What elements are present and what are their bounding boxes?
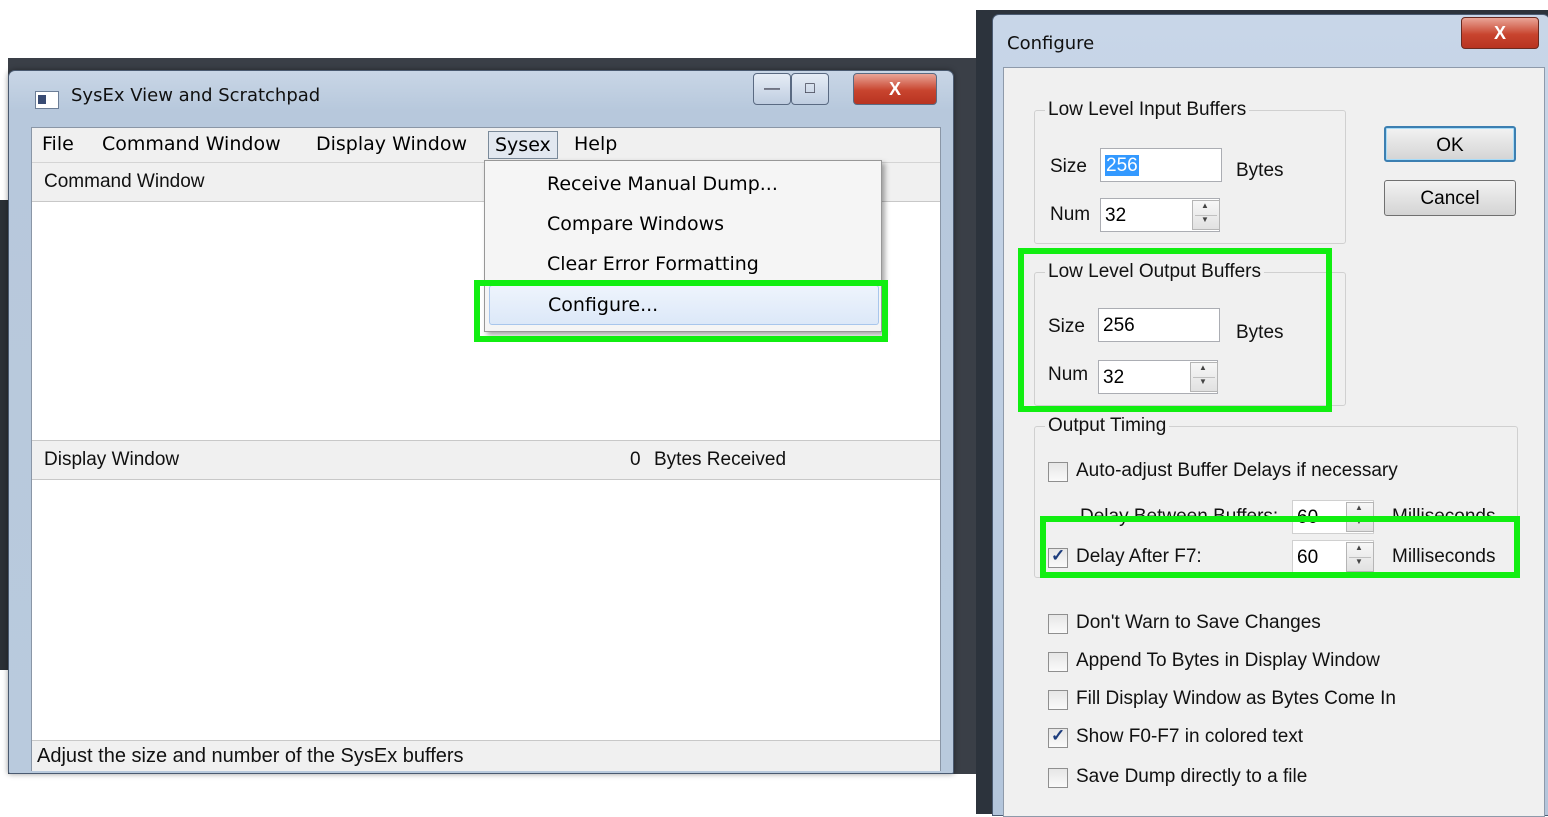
menu-command-window[interactable]: Command Window: [96, 131, 287, 157]
menu-item-clear-error-formatting[interactable]: Clear Error Formatting: [489, 245, 877, 283]
option-checkbox-fill-display[interactable]: [1048, 690, 1068, 710]
ok-button[interactable]: OK: [1384, 126, 1516, 162]
option-label-show-colored: Show F0-F7 in colored text: [1076, 726, 1304, 747]
status-text: Adjust the size and number of the SysEx …: [37, 745, 464, 767]
dialog-close-button[interactable]: X: [1461, 17, 1539, 49]
option-label-dont-warn: Don't Warn to Save Changes: [1076, 612, 1321, 633]
display-window-header: Display Window 0 Bytes Received: [32, 440, 940, 480]
menu-help[interactable]: Help: [568, 131, 623, 157]
highlight-output-buffers: [1018, 248, 1332, 412]
highlight-delay-after-f7: [1040, 516, 1520, 578]
option-checkbox-append[interactable]: [1048, 652, 1068, 672]
menu-item-label: Compare Windows: [547, 213, 725, 235]
option-checkbox-save-dump[interactable]: [1048, 768, 1068, 788]
option-label-append: Append To Bytes in Display Window: [1076, 650, 1380, 671]
input-size-field[interactable]: 256: [1100, 148, 1222, 182]
dialog-title: Configure: [1007, 33, 1095, 54]
option-label-save-dump: Save Dump directly to a file: [1076, 766, 1308, 787]
auto-adjust-checkbox[interactable]: [1048, 462, 1068, 482]
highlight-configure-menu: [474, 280, 888, 342]
option-label-fill-display: Fill Display Window as Bytes Come In: [1076, 688, 1396, 709]
window-title: SysEx View and Scratchpad: [71, 85, 321, 106]
app-icon: [35, 91, 59, 109]
input-num-spinner[interactable]: [1192, 200, 1220, 230]
bytes-received-label: Bytes Received: [654, 449, 787, 470]
menu-item-receive-manual-dump[interactable]: Receive Manual Dump...: [489, 165, 877, 203]
output-timing-label: Output Timing: [1045, 415, 1170, 437]
menu-item-label: Clear Error Formatting: [547, 253, 759, 275]
display-window-label: Display Window: [44, 449, 180, 470]
menu-item-label: Receive Manual Dump...: [547, 173, 778, 195]
command-window-label: Command Window: [44, 171, 205, 192]
option-checkbox-show-colored[interactable]: [1048, 726, 1068, 748]
menu-bar: File Command Window Display Window Sysex…: [32, 128, 940, 163]
cancel-button[interactable]: Cancel: [1384, 180, 1516, 216]
menu-file[interactable]: File: [36, 131, 80, 157]
option-checkbox-dont-warn[interactable]: [1048, 614, 1068, 634]
input-num-value: 32: [1105, 205, 1127, 226]
minimize-button[interactable]: —: [753, 73, 791, 105]
input-size-value: 256: [1105, 155, 1139, 176]
menu-item-compare-windows[interactable]: Compare Windows: [489, 205, 877, 243]
close-button[interactable]: X: [853, 73, 937, 105]
auto-adjust-label: Auto-adjust Buffer Delays if necessary: [1076, 460, 1398, 481]
maximize-button[interactable]: □: [791, 73, 829, 105]
configure-dialog: Configure X Low Level Input Buffers Size…: [992, 14, 1548, 817]
input-size-unit: Bytes: [1236, 160, 1284, 181]
display-window-pane[interactable]: [32, 480, 940, 740]
input-buffers-label: Low Level Input Buffers: [1045, 99, 1250, 121]
menu-sysex[interactable]: Sysex: [488, 131, 558, 159]
input-size-label: Size: [1050, 156, 1087, 177]
menu-display-window[interactable]: Display Window: [310, 131, 473, 157]
status-bar: Adjust the size and number of the SysEx …: [32, 740, 940, 771]
input-num-label: Num: [1050, 204, 1091, 225]
bytes-received-count: 0: [630, 449, 641, 470]
dialog-client-area: Low Level Input Buffers Size 256 Bytes N…: [1003, 67, 1545, 817]
